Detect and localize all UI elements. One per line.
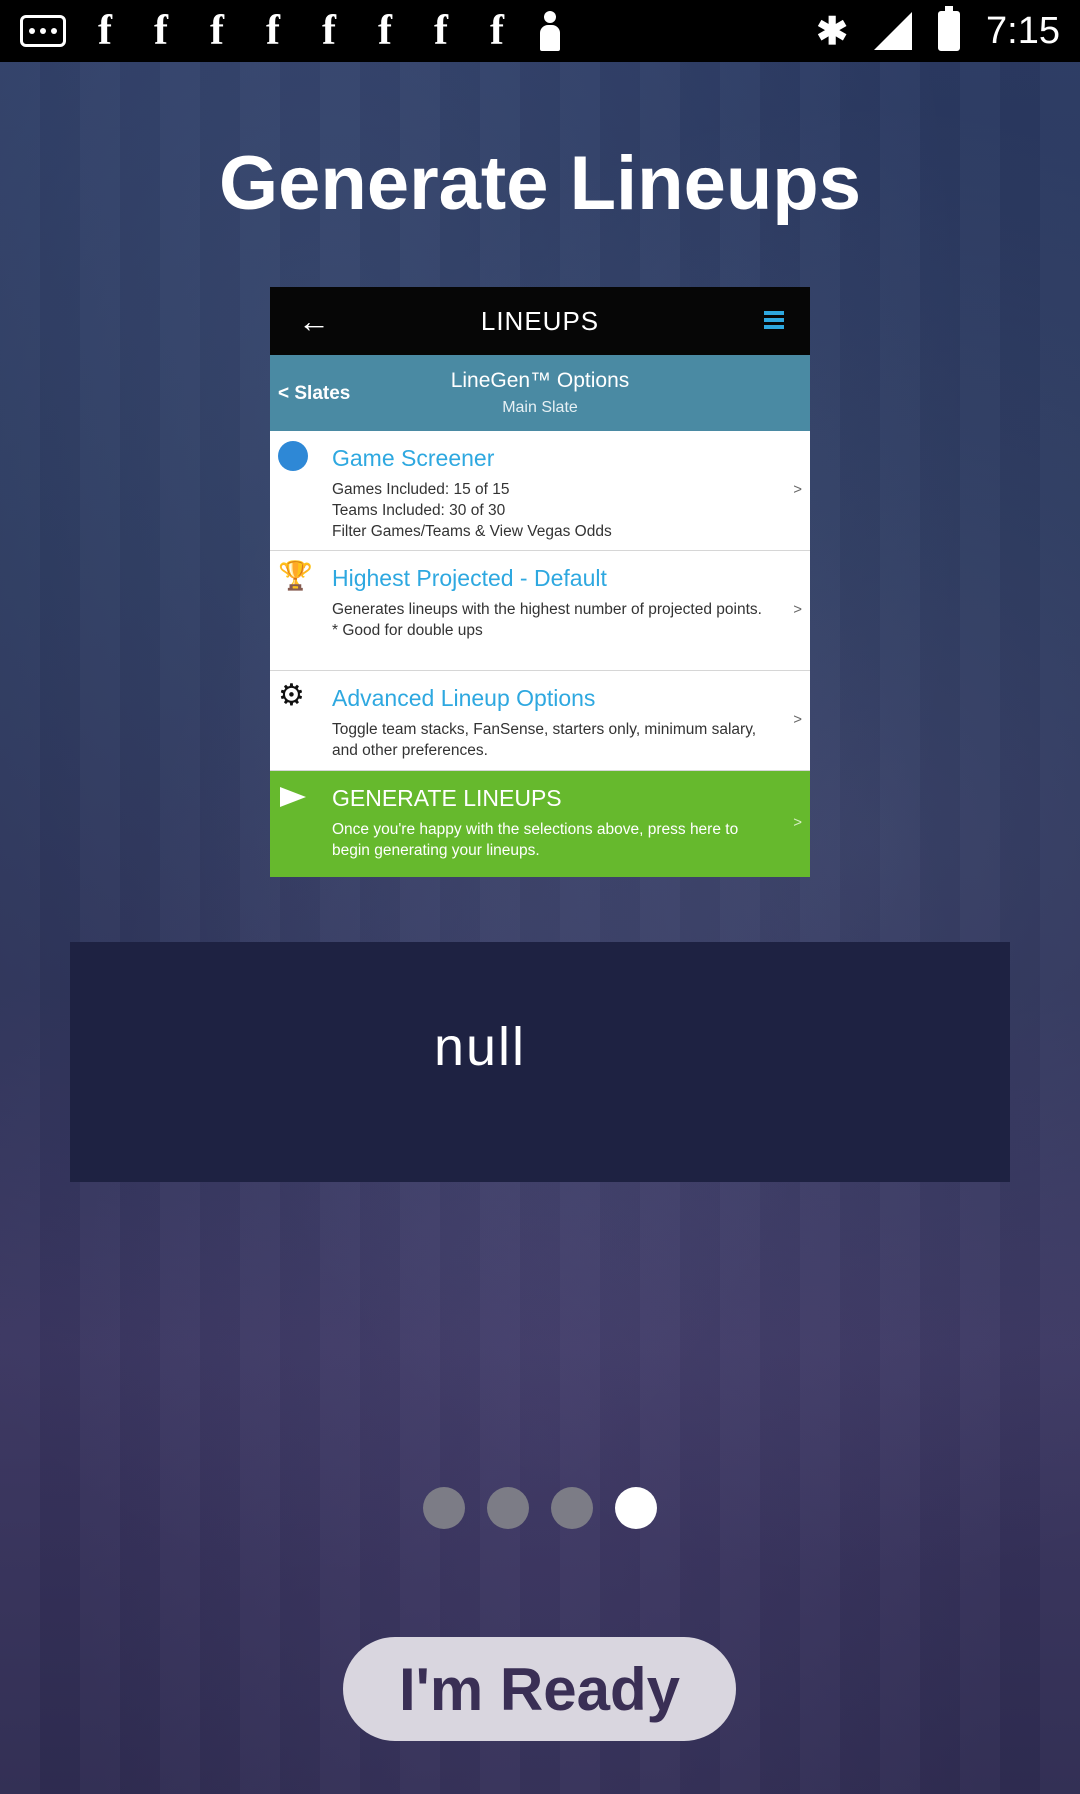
row-description: Toggle team stacks, FanSense, starters o… bbox=[332, 719, 774, 761]
row-line: Toggle team stacks, FanSense, starters o… bbox=[332, 721, 757, 759]
bluetooth-icon: ✱ bbox=[816, 10, 849, 53]
row-title: Highest Projected - Default bbox=[332, 565, 607, 591]
generate-lineups-row: GENERATE LINEUPS Once you're happy with … bbox=[270, 771, 810, 877]
f-icon: f bbox=[378, 8, 392, 54]
page-title: Generate Lineups bbox=[219, 141, 861, 226]
gear-icon: ⚙ bbox=[278, 679, 305, 712]
page-dot-active[interactable] bbox=[615, 1487, 657, 1529]
f-icon: f bbox=[98, 8, 112, 54]
f-icon: f bbox=[210, 8, 224, 54]
clock: 7:15 bbox=[986, 9, 1060, 52]
chevron-right-icon: > bbox=[793, 600, 802, 618]
baseball-icon bbox=[278, 441, 308, 471]
page-indicator bbox=[0, 1487, 1080, 1529]
preview-subheader: < Slates LineGen™ Options Main Slate bbox=[270, 355, 810, 431]
im-ready-button[interactable]: I'm Ready bbox=[343, 1637, 736, 1741]
person-icon bbox=[536, 11, 562, 51]
f-icon: f bbox=[154, 8, 168, 54]
row-title: Advanced Lineup Options bbox=[332, 685, 596, 711]
row-line: * Good for double ups bbox=[332, 622, 483, 639]
row-description: Generates lineups with the highest numbe… bbox=[332, 599, 774, 641]
chevron-right-icon: > bbox=[793, 814, 802, 831]
page-dot[interactable] bbox=[551, 1487, 593, 1529]
slate-name: Main Slate bbox=[502, 399, 578, 416]
battery-icon bbox=[938, 6, 961, 51]
options-title: LineGen™ Options bbox=[450, 369, 630, 392]
page-dot[interactable] bbox=[423, 1487, 465, 1529]
description-panel: null bbox=[70, 942, 1010, 1182]
row-line: Teams Included: 30 of 30 bbox=[332, 502, 506, 519]
f-icon: f bbox=[266, 8, 280, 54]
chevron-right-icon: > bbox=[793, 710, 802, 728]
notification-icons: f f f f f f f f bbox=[20, 10, 562, 52]
list-menu-icon bbox=[764, 311, 784, 329]
row-line: Generates lineups with the highest numbe… bbox=[332, 601, 762, 618]
page-dot[interactable] bbox=[487, 1487, 529, 1529]
row-description: Once you're happy with the selections ab… bbox=[332, 819, 774, 861]
f-icon: f bbox=[434, 8, 448, 54]
row-title: GENERATE LINEUPS bbox=[332, 785, 562, 811]
message-icon bbox=[20, 15, 66, 47]
preview-header-title: LINEUPS bbox=[480, 305, 600, 336]
row-line: Once you're happy with the selections ab… bbox=[332, 821, 739, 859]
preview-header: ← LINEUPS bbox=[270, 287, 810, 355]
advanced-options-row: ⚙ Advanced Lineup Options Toggle team st… bbox=[270, 671, 810, 771]
chevron-right-icon: > bbox=[793, 480, 802, 498]
description-text: null bbox=[433, 1017, 527, 1077]
status-bar: f f f f f f f f ✱ 7:15 bbox=[0, 0, 1080, 62]
row-title: Game Screener bbox=[332, 445, 495, 471]
row-line: Filter Games/Teams & View Vegas Odds bbox=[332, 523, 612, 540]
back-arrow-icon: ← bbox=[298, 303, 330, 339]
feature-preview-screenshot: ← LINEUPS < Slates LineGen™ Options Main… bbox=[270, 287, 810, 877]
f-icon: f bbox=[490, 8, 504, 54]
highest-projected-row: 🏆 Highest Projected - Default Generates … bbox=[270, 551, 810, 671]
game-screener-row: Game Screener Games Included: 15 of 15 T… bbox=[270, 431, 810, 551]
trophy-icon: 🏆 bbox=[278, 560, 313, 591]
row-line: Games Included: 15 of 15 bbox=[332, 481, 510, 498]
row-description: Games Included: 15 of 15 Teams Included:… bbox=[332, 479, 774, 542]
f-icon: f bbox=[322, 8, 336, 54]
send-icon bbox=[280, 787, 306, 807]
signal-icon bbox=[874, 12, 913, 50]
